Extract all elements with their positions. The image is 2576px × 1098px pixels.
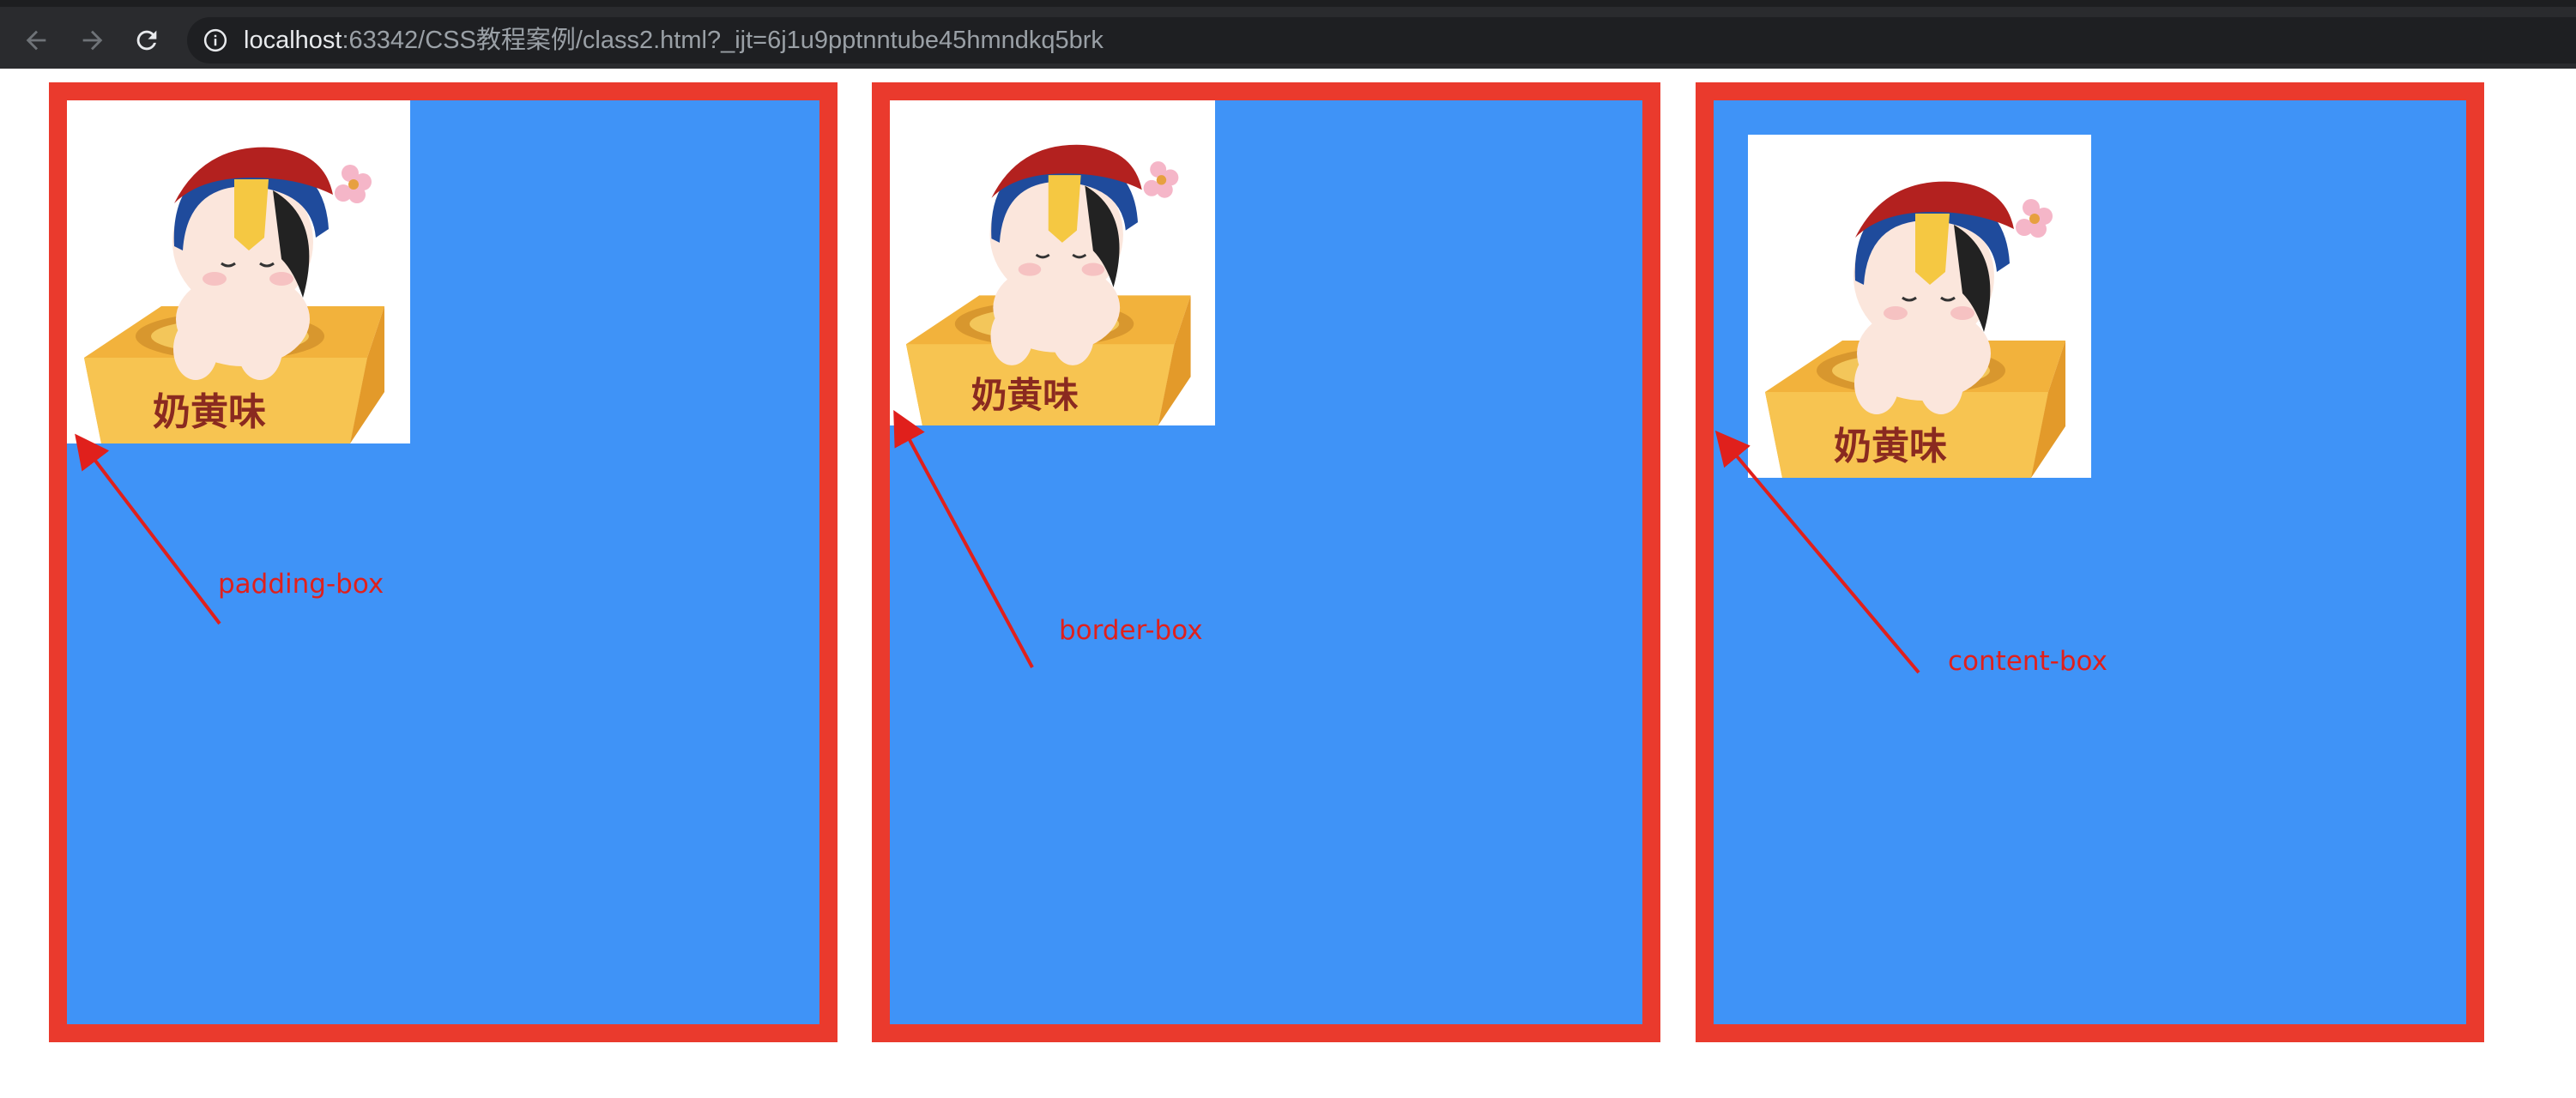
browser-toolbar: localhost:63342/CSS教程案例/class2.html?_ijt…: [0, 0, 2576, 69]
cartoon-box-text: 奶黄味: [971, 374, 1079, 416]
cartoon-image: 奶黄味: [1748, 135, 2091, 478]
url-host: localhost: [244, 27, 342, 54]
cartoon-image: 奶黄味: [890, 100, 1215, 425]
back-button[interactable]: [15, 19, 57, 62]
cartoon-box-text: 奶黄味: [153, 390, 266, 434]
caption-padding-box: padding-box: [218, 569, 384, 600]
page-viewport: 奶黄味 奶黄味 奶黄味 padding-box border-box conte…: [0, 69, 2576, 1098]
url-text[interactable]: localhost:63342/CSS教程案例/class2.html?_ijt…: [244, 27, 1104, 54]
cartoon-character-illustration: 奶黄味: [1748, 135, 2091, 478]
cartoon-image: 奶黄味: [67, 100, 410, 443]
arrow-right-icon: [82, 30, 103, 51]
demo-box-padding-box: 奶黄味: [49, 82, 838, 1042]
url-path: :63342/CSS教程案例/class2.html?_ijt=6j1u9ppt…: [342, 27, 1104, 54]
demo-box-border-box: 奶黄味: [872, 82, 1660, 1042]
caption-content-box: content-box: [1948, 646, 2107, 677]
reload-button[interactable]: [125, 19, 168, 62]
cartoon-character-illustration: 奶黄味: [67, 100, 410, 443]
caption-border-box: border-box: [1059, 615, 1203, 646]
cartoon-box-text: 奶黄味: [1834, 425, 1947, 468]
arrow-left-icon: [26, 30, 46, 51]
info-icon[interactable]: [203, 27, 228, 53]
address-bar[interactable]: localhost:63342/CSS教程案例/class2.html?_ijt…: [187, 17, 2576, 63]
demo-box-content-box: 奶黄味: [1696, 82, 2484, 1042]
forward-button[interactable]: [71, 19, 114, 62]
cartoon-character-illustration: 奶黄味: [890, 100, 1215, 425]
reload-icon: [136, 30, 157, 51]
